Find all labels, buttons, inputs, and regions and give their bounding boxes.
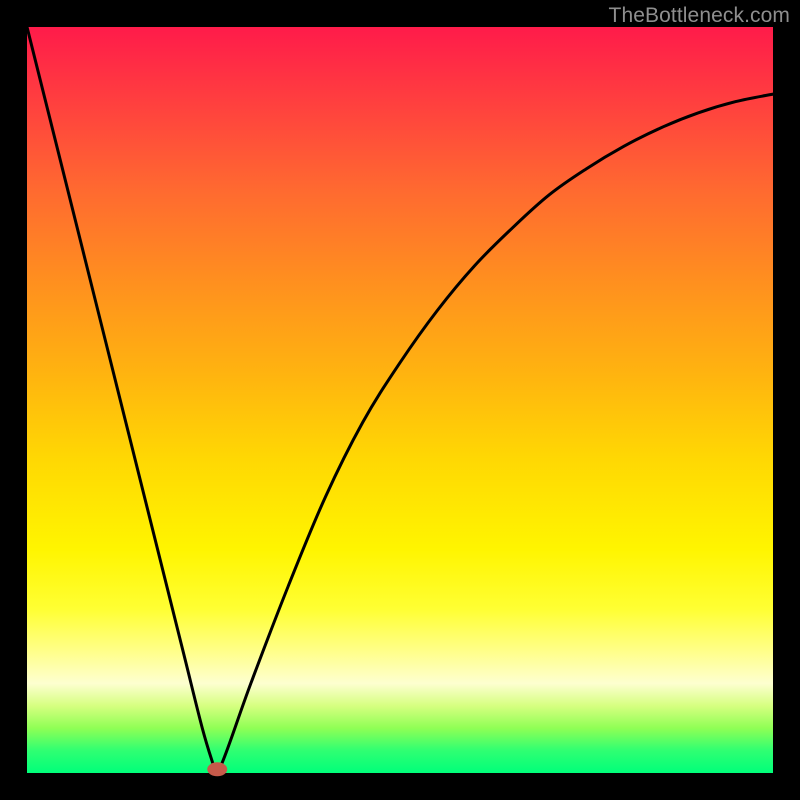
bottleneck-curve [27, 27, 773, 772]
minimum-marker-icon [207, 762, 227, 776]
curve-layer [27, 27, 773, 773]
chart-frame: TheBottleneck.com [0, 0, 800, 800]
watermark-label: TheBottleneck.com [609, 4, 790, 28]
